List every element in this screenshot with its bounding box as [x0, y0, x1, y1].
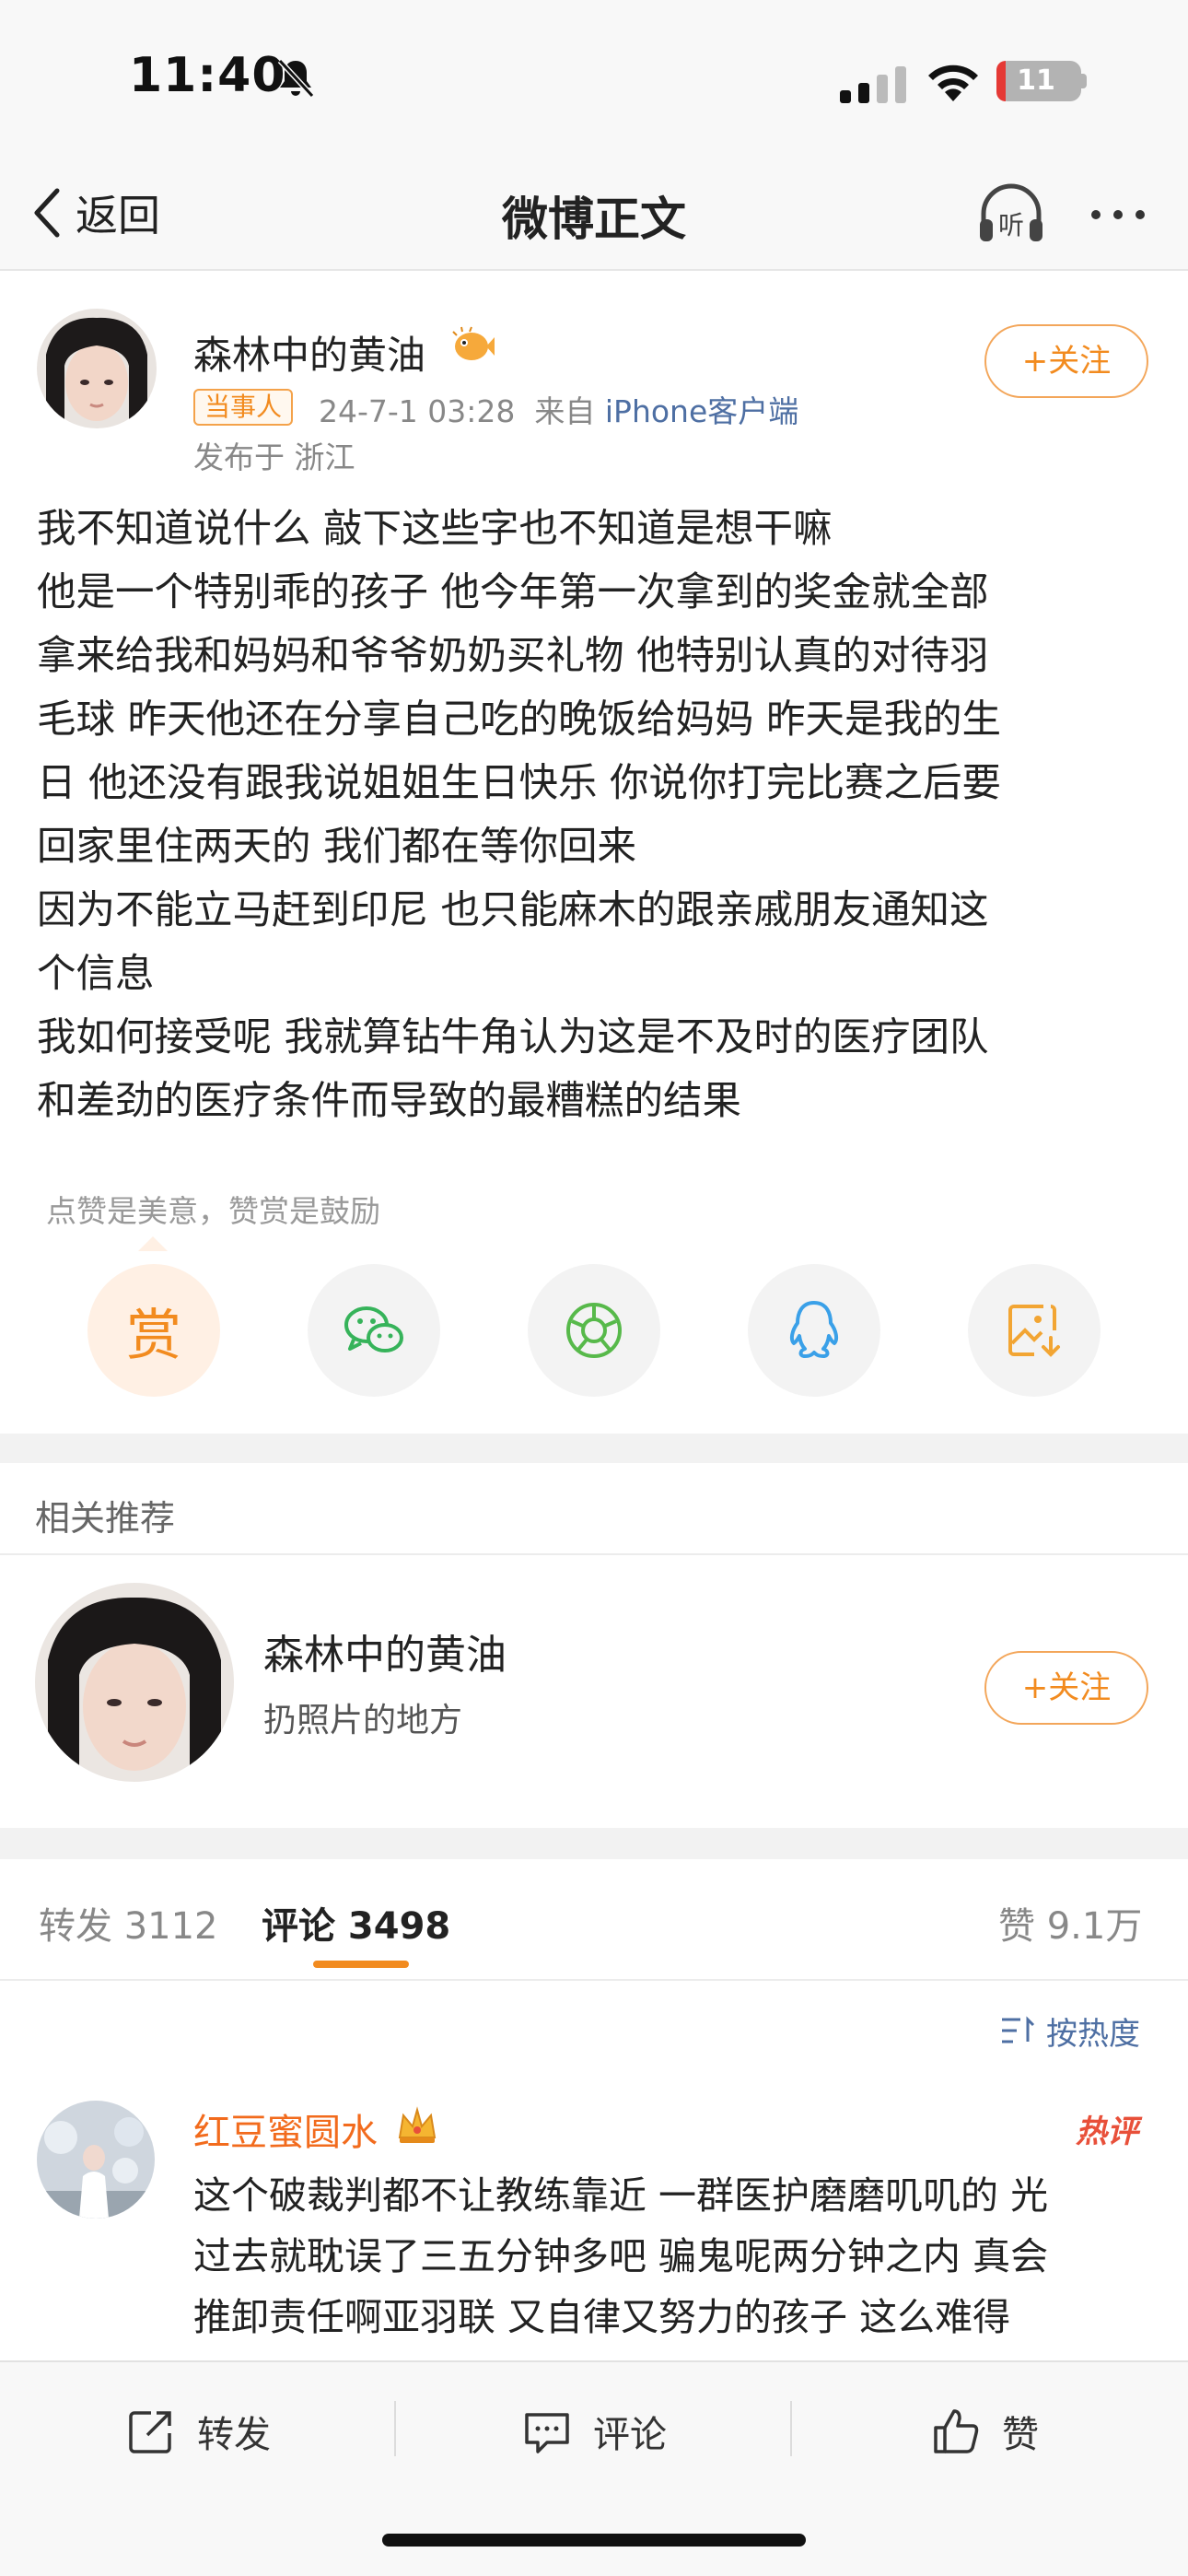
repost-button[interactable]: 转发: [125, 2399, 271, 2464]
share-qq-button[interactable]: [748, 1264, 880, 1397]
post-line: 和差劲的医疗条件而导致的最糟糕的结果: [37, 1079, 742, 1124]
bottom-separator: [394, 2401, 396, 2456]
repost-icon: [129, 2411, 171, 2453]
post-line: 回家里住两天的 我们都在等你回来: [37, 825, 637, 870]
divider-line: [0, 1979, 1188, 1981]
post-meta: 24-7-1 03:28 来自 iPhone客户端: [319, 387, 798, 431]
status-bar: 11:40 11: [0, 0, 1188, 157]
post-line: 个信息: [37, 952, 155, 997]
status-time: 11:40: [129, 48, 286, 103]
comment-line: 推卸责任啊亚羽联 又自律又努力的孩子 这么难得: [193, 2295, 1011, 2339]
reward-hint: 点赞是美意，赞赏是鼓励: [46, 1193, 380, 1229]
listen-icon-text: 听: [998, 210, 1024, 240]
tab-repost[interactable]: 转发 3112: [39, 1896, 218, 1950]
section-divider: [0, 1434, 1188, 1463]
repost-label: 转发: [197, 2414, 271, 2456]
thumbs-up-icon: [934, 2409, 979, 2453]
post-source-link[interactable]: iPhone客户端: [605, 393, 798, 429]
post-body: 我不知道说什么 敲下这些字也不知道是想干嘛 他是一个特别乖的孩子 他今年第一次拿…: [37, 498, 1151, 1133]
bell-muted-icon: [277, 58, 315, 99]
share-row: 赏: [0, 1264, 1188, 1402]
wifi-icon: [928, 64, 978, 101]
share-wechat-button[interactable]: [308, 1264, 440, 1397]
comment-line: 这个破裁判都不让教练靠近 一群医护磨磨叽叽的 光: [193, 2173, 1049, 2218]
post-line: 我如何接受呢 我就算钻牛角认为这是不及时的医疗团队: [37, 1015, 989, 1060]
cellular-signal-icon: [840, 66, 906, 103]
home-indicator: [382, 2534, 806, 2547]
share-moments-button[interactable]: [528, 1264, 660, 1397]
crown-badge-icon: [398, 2106, 437, 2143]
follow-button[interactable]: +关注: [984, 324, 1148, 398]
pufferfish-badge-icon: [452, 326, 495, 360]
commenter-name[interactable]: 红豆蜜圆水: [193, 2102, 378, 2156]
divider-line: [0, 1553, 1188, 1555]
battery-indicator: 11: [996, 61, 1081, 101]
post-line: 他是一个特别乖的孩子 他今年第一次拿到的奖金就全部: [37, 570, 989, 615]
battery-cap: [1081, 74, 1087, 88]
comment-icon: [525, 2413, 569, 2453]
section-divider: [0, 1828, 1188, 1859]
comment-label: 评论: [593, 2414, 667, 2456]
hint-caret: [138, 1236, 168, 1251]
sort-button[interactable]: 按热度: [1000, 2008, 1140, 2053]
moments-icon: [566, 1303, 622, 1358]
post-line: 拿来给我和妈妈和爷爷奶奶买礼物 他特别认真的对待羽: [37, 634, 989, 679]
author-avatar[interactable]: [37, 309, 157, 428]
post-time: 24-7-1 03:28: [319, 393, 516, 429]
post-line: 因为不能立马赶到印尼 也只能麻木的跟亲戚朋友通知这: [37, 888, 989, 933]
post-location: 发布于 浙江: [193, 439, 355, 475]
comment-button[interactable]: 评论: [521, 2399, 667, 2464]
post-line: 日 他还没有跟我说姐姐生日快乐 你说你打完比赛之后要: [37, 761, 1002, 806]
sort-icon: [1002, 2016, 1035, 2043]
hot-comment-badge: 热评: [1076, 2113, 1138, 2150]
related-user-name[interactable]: 森林中的黄油: [263, 1622, 507, 1680]
comment-line: 过去就耽误了三五分钟多吧 骗鬼呢两分钟之内 真会: [193, 2234, 1049, 2278]
more-icon[interactable]: [1085, 192, 1151, 238]
headphones-listen-icon[interactable]: 听: [974, 177, 1048, 251]
like-label: 赞: [1002, 2414, 1039, 2456]
active-tab-indicator: [313, 1961, 409, 1968]
related-section-title: 相关推荐: [35, 1498, 176, 1539]
save-image-icon: [1008, 1305, 1060, 1357]
comment-text: 这个破裁判都不让教练靠近 一群医护磨磨叽叽的 光 过去就耽误了三五分钟多吧 骗鬼…: [193, 2165, 1160, 2349]
sort-label: 按热度: [1046, 2015, 1140, 2053]
commenter-avatar[interactable]: [37, 2101, 155, 2219]
author-tag-badge: 当事人: [193, 389, 294, 426]
bottom-separator: [790, 2401, 792, 2456]
related-avatar[interactable]: [35, 1583, 234, 1782]
battery-level: 11: [1017, 64, 1055, 97]
tab-comment[interactable]: 评论 3498: [262, 1896, 450, 1950]
reward-button[interactable]: 赏: [87, 1264, 220, 1397]
like-button[interactable]: 赞: [930, 2399, 1039, 2464]
related-follow-button[interactable]: +关注: [984, 1651, 1148, 1725]
save-image-button[interactable]: [968, 1264, 1101, 1397]
post-line: 毛球 昨天他还在分享自己吃的晚饭给妈妈 昨天是我的生: [37, 697, 1002, 743]
tab-like[interactable]: 赞 9.1万: [998, 1896, 1142, 1950]
qq-icon: [789, 1301, 839, 1358]
post-source-prefix: 来自: [534, 393, 596, 429]
wechat-icon: [344, 1306, 403, 1352]
post-line: 我不知道说什么 敲下这些字也不知道是想干嘛: [37, 507, 833, 552]
nav-bar: 返回 微博正文 听: [0, 157, 1188, 271]
author-name[interactable]: 森林中的黄油: [193, 324, 425, 381]
reward-glyph: 赏: [126, 1303, 181, 1368]
related-user-desc: 扔照片的地方: [263, 1702, 463, 1739]
